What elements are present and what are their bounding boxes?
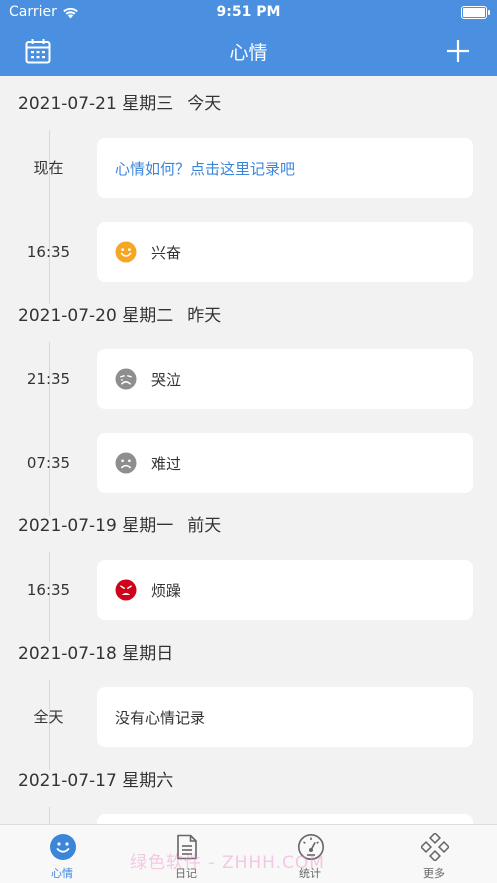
nav-bar: 心情 (0, 26, 497, 76)
mood-entry-card[interactable] (97, 814, 473, 824)
date-label: 2021-07-20 星期二 (18, 306, 174, 326)
status-bar: Carrier 9:51 PM (0, 0, 497, 26)
mood-face-icon (50, 834, 76, 860)
entry-time: 全天 (33, 708, 64, 726)
relative-day-label: 前天 (187, 516, 222, 536)
tab-label: 心情 (51, 867, 73, 880)
excited-face-icon (115, 241, 137, 263)
date-label: 2021-07-17 星期六 (18, 771, 174, 791)
mood-entry-card[interactable]: 哭泣 (97, 349, 473, 409)
battery-icon (461, 6, 490, 19)
entry-time: 16:35 (26, 581, 71, 599)
date-header: 2021-07-17 星期六 (18, 769, 187, 793)
prompt-text: 心情如何？点击这里记录吧 (115, 159, 296, 178)
date-label: 2021-07-18 星期日 (18, 644, 174, 664)
crying-face-icon (115, 368, 137, 390)
more-grid-icon (421, 833, 449, 861)
mood-entry-card[interactable]: 烦躁 (97, 560, 473, 620)
watermark: 绿色软件 - ZHHH.COM (130, 853, 325, 873)
mood-label: 哭泣 (151, 370, 182, 389)
date-header: 2021-07-19 星期一 前天 (18, 514, 221, 538)
tab-mood[interactable]: 心情 (0, 825, 124, 883)
mood-label: 兴奋 (151, 243, 182, 262)
entry-time: 21:35 (26, 370, 71, 388)
mood-label: 难过 (151, 454, 182, 473)
relative-day-label: 今天 (187, 94, 222, 114)
timeline-line (49, 807, 50, 824)
entry-time: 现在 (33, 159, 64, 177)
date-label: 2021-07-21 星期三 (18, 94, 174, 114)
date-header: 2021-07-21 星期三 今天 (18, 92, 221, 116)
date-label: 2021-07-19 星期一 (18, 516, 174, 536)
mood-entry-card[interactable]: 难过 (97, 433, 473, 493)
entry-time: 07:35 (26, 454, 71, 472)
sad-face-icon (115, 452, 137, 474)
date-header: 2021-07-20 星期二 昨天 (18, 304, 221, 328)
record-mood-prompt[interactable]: 心情如何？点击这里记录吧 (97, 138, 473, 198)
plus-icon[interactable] (445, 38, 471, 64)
entry-time: 16:35 (26, 243, 71, 261)
status-time: 9:51 PM (216, 4, 281, 20)
tab-label: 更多 (423, 867, 445, 880)
mood-timeline[interactable]: 2021-07-21 星期三 今天 现在 心情如何？点击这里记录吧 16:35 兴… (0, 76, 497, 824)
irritated-face-icon (115, 579, 137, 601)
empty-record-text: 没有心情记录 (115, 708, 206, 727)
relative-day-label: 昨天 (187, 306, 222, 326)
tab-more[interactable]: 更多 (372, 825, 496, 883)
page-title: 心情 (229, 42, 268, 64)
mood-label: 烦躁 (151, 581, 182, 600)
date-header: 2021-07-18 星期日 (18, 642, 187, 666)
empty-mood-card[interactable]: 没有心情记录 (97, 687, 473, 747)
mood-entry-card[interactable]: 兴奋 (97, 222, 473, 282)
